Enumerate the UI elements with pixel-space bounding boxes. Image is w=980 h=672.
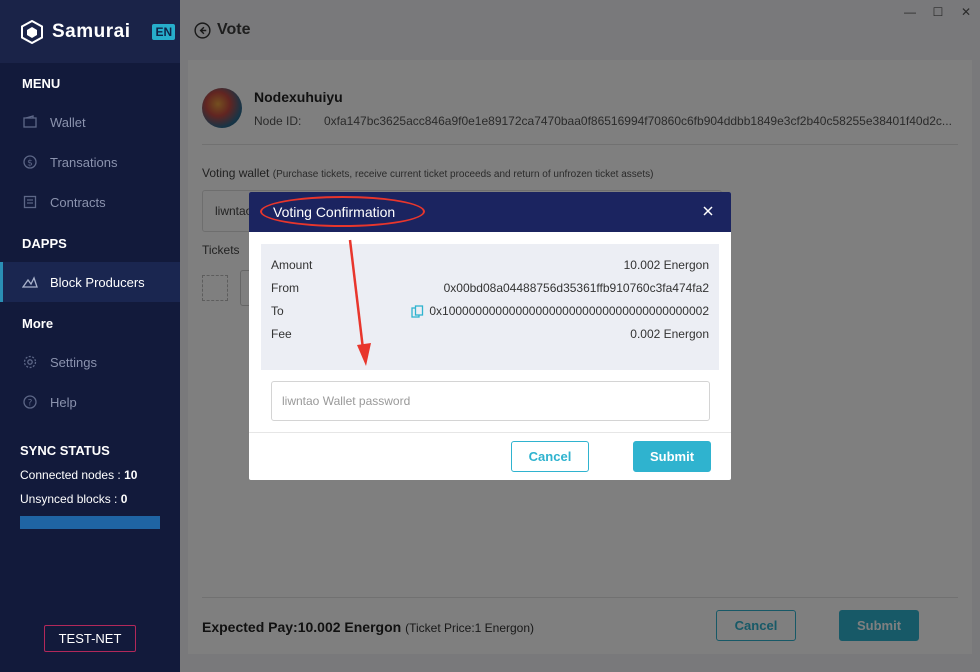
detail-value: 0x00bd08a04488756d35361ffb910760c3fa474f…	[443, 281, 709, 295]
dialog-cancel-button[interactable]: Cancel	[511, 441, 589, 472]
sidebar-item-settings[interactable]: Settings	[0, 342, 180, 382]
unsynced-blocks: Unsynced blocks : 0	[20, 492, 127, 506]
wallet-password-input[interactable]: liwntao Wallet password	[271, 381, 710, 421]
brand-name: Samurai	[52, 20, 131, 42]
dapps-section-title: DAPPS	[22, 236, 67, 251]
menu-section-title: MENU	[22, 76, 61, 91]
dialog-submit-button[interactable]: Submit	[633, 441, 711, 472]
svg-text:?: ?	[28, 399, 33, 409]
svg-text:$: $	[27, 159, 33, 169]
detail-label: From	[271, 281, 299, 295]
block-producers-icon	[22, 274, 38, 290]
sidebar-item-label: Block Producers	[50, 274, 145, 290]
sidebar-item-label: Contracts	[50, 194, 106, 210]
close-icon[interactable]	[701, 204, 715, 218]
network-badge[interactable]: TEST-NET	[44, 625, 136, 652]
detail-label: To	[271, 304, 284, 318]
samurai-logo-icon	[21, 19, 43, 44]
brand-header: Samurai EN	[0, 0, 180, 63]
sidebar-item-label: Settings	[50, 354, 97, 370]
connected-nodes-value: 10	[124, 468, 138, 482]
unsynced-blocks-label: Unsynced blocks :	[20, 492, 118, 506]
sidebar-item-label: Wallet	[50, 114, 86, 130]
unsynced-blocks-value: 0	[120, 492, 128, 506]
detail-label: Amount	[271, 258, 313, 272]
detail-value: 10.002 Energon	[623, 258, 709, 272]
dollar-icon: $	[22, 154, 38, 170]
sync-status-title: SYNC STATUS	[20, 443, 110, 458]
sync-progress-bar	[20, 516, 160, 529]
connected-nodes-label: Connected nodes :	[20, 468, 121, 482]
detail-label: Fee	[271, 327, 292, 341]
sidebar-item-label: Transations	[50, 154, 118, 170]
language-toggle[interactable]: EN	[152, 23, 176, 40]
sidebar-item-label: Help	[50, 394, 77, 410]
contract-icon	[22, 194, 38, 210]
wallet-icon	[22, 114, 38, 130]
gear-icon	[22, 354, 38, 370]
more-section-title: More	[22, 316, 54, 331]
connected-nodes: Connected nodes : 10	[20, 468, 137, 482]
sidebar-item-help[interactable]: ? Help	[0, 382, 180, 422]
sidebar: Samurai EN MENU Wallet $ Transations Con…	[0, 0, 180, 672]
annotation-ellipse	[260, 196, 425, 227]
voting-confirmation-dialog: Voting Confirmation Amount 10.002 Energo…	[249, 192, 731, 480]
sidebar-item-contracts[interactable]: Contracts	[0, 182, 180, 222]
divider	[249, 432, 731, 433]
detail-value: 0x10000000000000000000000000000000000000…	[429, 304, 709, 318]
sidebar-item-block-producers[interactable]: Block Producers	[0, 262, 180, 302]
help-icon: ?	[22, 394, 38, 410]
annotation-arrow-icon	[348, 239, 371, 366]
sidebar-item-transactions[interactable]: $ Transations	[0, 142, 180, 182]
detail-value-wrap: 0x10000000000000000000000000000000000000…	[411, 304, 709, 318]
detail-value: 0.002 Energon	[630, 327, 709, 341]
contract-address-icon[interactable]	[411, 304, 424, 318]
sidebar-item-wallet[interactable]: Wallet	[0, 102, 180, 142]
